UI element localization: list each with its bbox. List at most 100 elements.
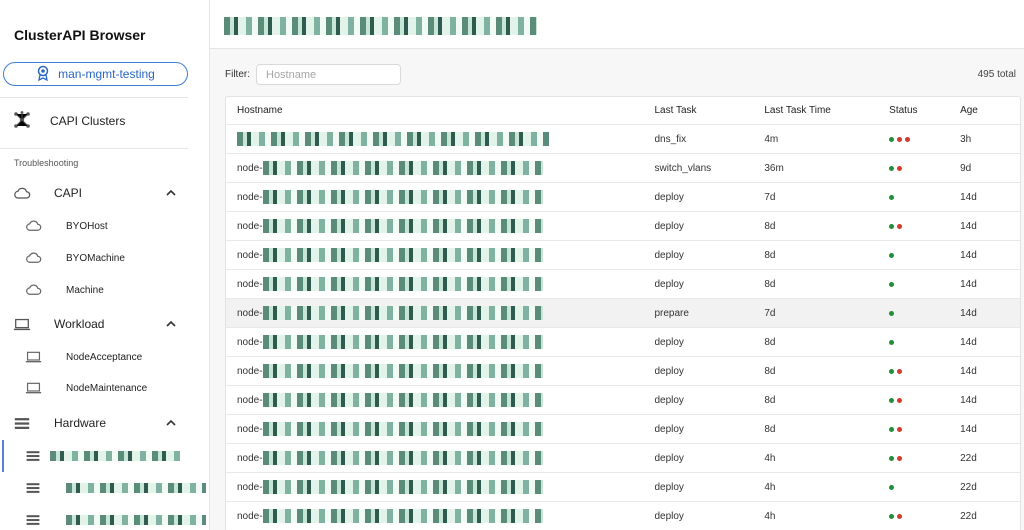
cell-age: 14d (960, 394, 977, 406)
cell-age: 14d (960, 278, 977, 290)
cell-hostname: node- (226, 480, 654, 494)
cell-hostname: node- (226, 335, 654, 349)
cell-last-task: deploy (654, 452, 684, 464)
table-row[interactable]: dns_fix 4m 3h (226, 125, 1020, 154)
page-header (210, 0, 1024, 49)
group-hardware[interactable]: Hardware (12, 412, 177, 434)
cell-last-task-time: 8d (764, 365, 776, 377)
column-header-status[interactable]: Status (889, 105, 960, 116)
hostname-prefix: node- (237, 481, 263, 493)
cell-age: 14d (960, 220, 977, 232)
cell-hostname: node- (226, 422, 654, 436)
cell-last-task: dns_fix (654, 133, 687, 145)
group-workload[interactable]: Workload (12, 313, 177, 335)
sidebar-item-hardware-2[interactable] (24, 478, 206, 498)
status-ok-dot (889, 484, 895, 490)
table-row[interactable]: node-switch_vlans 36m 9d (226, 154, 1020, 183)
group-label: Workload (54, 317, 105, 331)
sidebar-item-label: BYOHost (66, 220, 108, 232)
table-row[interactable]: node-deploy 8d 14d (226, 241, 1020, 270)
column-header-last-task[interactable]: Last Task (654, 105, 764, 116)
table-row[interactable]: node-deploy 8d 14d (226, 386, 1020, 415)
table-row[interactable]: node-deploy 4h 22d (226, 473, 1020, 502)
redacted-label (66, 515, 206, 525)
sidebar-item-hardware-3[interactable] (24, 510, 206, 530)
sidebar-item-nodemaintenance[interactable]: NodeMaintenance (24, 378, 147, 398)
table-row[interactable]: node-deploy 8d 14d (226, 328, 1020, 357)
status-error-dot (897, 397, 903, 403)
hostname-prefix: node- (237, 162, 263, 174)
filter-label: Filter: (225, 69, 250, 80)
status-ok-dot (889, 455, 895, 461)
sidebar-item-label: BYOMachine (66, 252, 125, 264)
chevron-up-icon[interactable] (165, 417, 177, 429)
table-row[interactable]: node-prepare 7d 14d (226, 299, 1020, 328)
hostname-prefix: node- (237, 365, 263, 377)
group-capi[interactable]: CAPI (12, 182, 177, 204)
status-ok-dot (889, 281, 895, 287)
hostname-prefix: node- (237, 249, 263, 261)
cell-last-task-time: 4m (764, 133, 779, 145)
cell-hostname: node- (226, 306, 654, 320)
sidebar-item-nodeacceptance[interactable]: NodeAcceptance (24, 347, 142, 367)
redacted-hostname (262, 480, 543, 494)
table-row[interactable]: node-deploy 8d 14d (226, 270, 1020, 299)
hostname-prefix: node- (237, 307, 263, 319)
status-ok-dot (889, 339, 895, 345)
cell-status (889, 310, 960, 316)
cell-age: 14d (960, 365, 977, 377)
chevron-up-icon[interactable] (165, 318, 177, 330)
hostname-prefix: node- (237, 336, 263, 348)
cell-age: 14d (960, 191, 977, 203)
nav-capi-clusters[interactable]: CAPI Clusters (12, 110, 125, 132)
cell-last-task-time: 8d (764, 336, 776, 348)
cell-last-task: deploy (654, 394, 684, 406)
sidebar-item-byomachine[interactable]: BYOMachine (24, 248, 125, 268)
laptop-icon (24, 381, 42, 395)
cloud-icon (24, 283, 42, 297)
hostname-prefix: node- (237, 510, 263, 522)
cloud-icon (24, 251, 42, 265)
cell-last-task: deploy (654, 365, 684, 377)
cell-last-task-time: 8d (764, 220, 776, 232)
table-row[interactable]: node-deploy 4h 22d (226, 502, 1020, 530)
cluster-icon (12, 110, 32, 133)
status-ok-dot (889, 252, 895, 258)
cell-last-task: deploy (654, 423, 684, 435)
cloud-icon (24, 219, 42, 233)
status-ok-dot (889, 223, 895, 229)
hostname-prefix: node- (237, 394, 263, 406)
total-count: 495 total (977, 69, 1016, 80)
cell-age: 3h (960, 133, 972, 145)
column-header-last-task-time[interactable]: Last Task Time (764, 105, 889, 116)
status-error-dot (897, 368, 903, 374)
cell-last-task-time: 4h (764, 510, 776, 522)
table-row[interactable]: node-deploy 8d 14d (226, 212, 1020, 241)
cell-status (889, 455, 960, 461)
column-header-age[interactable]: Age (960, 105, 1020, 116)
column-header-hostname[interactable]: Hostname (226, 105, 654, 116)
status-ok-dot (889, 426, 895, 432)
redacted-hostname (262, 306, 543, 320)
cell-last-task-time: 4h (764, 481, 776, 493)
cell-last-task: deploy (654, 191, 684, 203)
sidebar-item-label: NodeMaintenance (66, 382, 148, 394)
table-row[interactable]: node-deploy 8d 14d (226, 415, 1020, 444)
chevron-up-icon[interactable] (165, 187, 177, 199)
redacted-hostname (262, 393, 543, 407)
context-selector[interactable]: man-mgmt-testing (3, 62, 188, 86)
sidebar-item-byohost[interactable]: BYOHost (24, 216, 108, 236)
cell-status (889, 136, 960, 142)
status-error-dot (897, 165, 903, 171)
cell-status (889, 368, 960, 374)
sidebar-item-machine[interactable]: Machine (24, 280, 104, 300)
hostname-filter-input[interactable] (256, 64, 401, 85)
cell-last-task-time: 36m (764, 162, 784, 174)
table-row[interactable]: node-deploy 7d 14d (226, 183, 1020, 212)
cloud-icon (12, 185, 32, 201)
table-row[interactable]: node-deploy 4h 22d (226, 444, 1020, 473)
table-row[interactable]: node-deploy 8d 14d (226, 357, 1020, 386)
sidebar-item-hardware-1[interactable] (24, 446, 180, 466)
hosts-table: Hostname Last Task Last Task Time Status… (225, 96, 1021, 530)
laptop-icon (12, 316, 32, 332)
